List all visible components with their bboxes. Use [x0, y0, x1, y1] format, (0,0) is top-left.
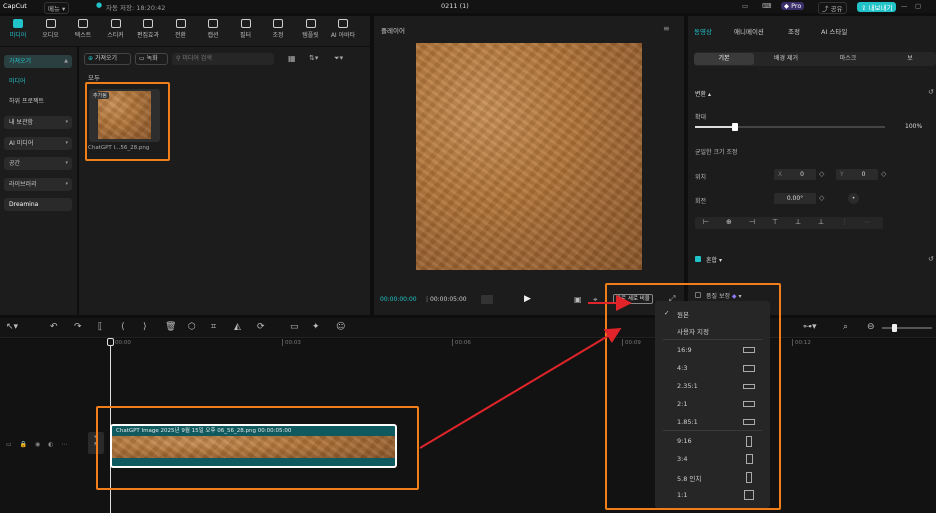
arrow-clip-to-menu [419, 327, 622, 449]
annotation-arrows [419, 295, 632, 449]
